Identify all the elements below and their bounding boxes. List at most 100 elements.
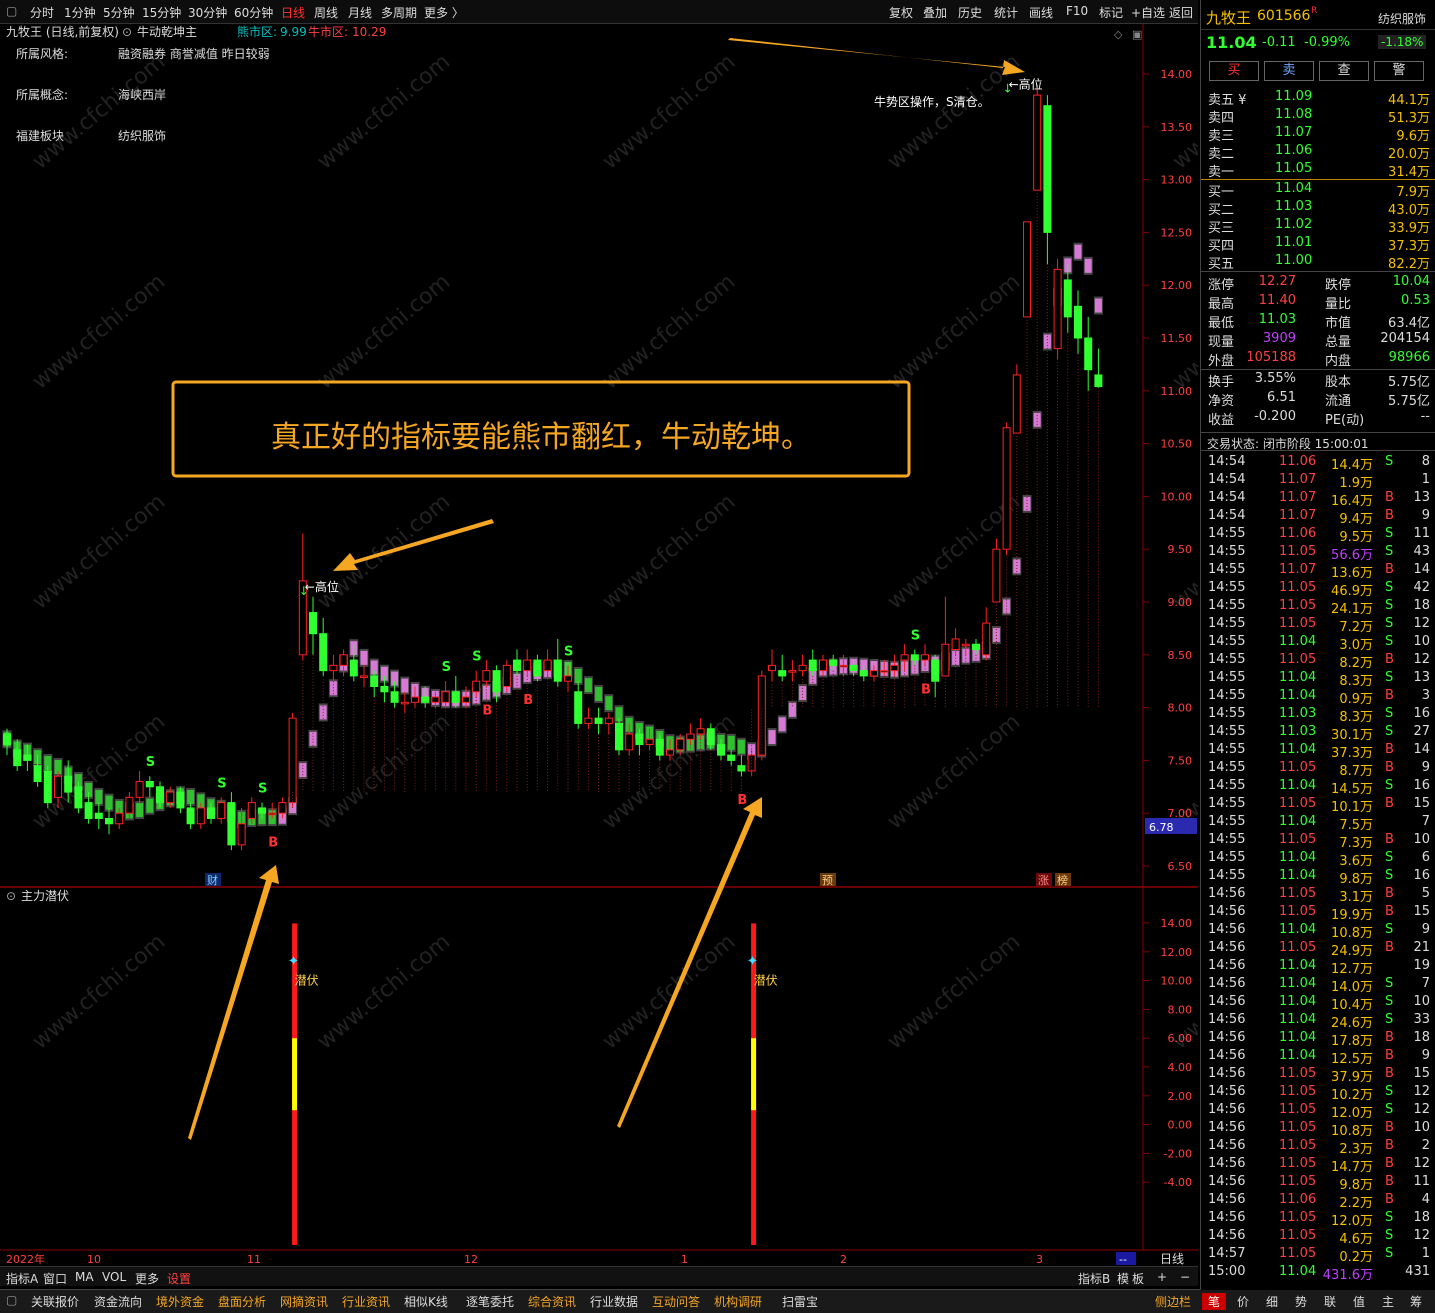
stat-value: 3.55% <box>1254 371 1296 386</box>
tick-row: 14:55 11.04 3.6万 S 6 <box>1201 849 1435 869</box>
tick-side: S <box>1385 778 1394 793</box>
tab-window[interactable]: 窗口 <box>43 1270 67 1287</box>
tab-similar-kline[interactable]: 相似K线 <box>404 1293 448 1310</box>
x-period[interactable]: 日线 <box>1160 1252 1184 1266</box>
y-tick-label: 11.00 <box>1161 385 1193 398</box>
panel-icon[interactable]: ▢ <box>6 1293 17 1307</box>
diamond-icon[interactable]: ◇ <box>1114 28 1123 41</box>
sub-y-tick-label: 2.00 <box>1168 1090 1193 1103</box>
indicator-bar: 指标A 窗口 MA VOL 更多 设置 指标B 模 板 + − <box>0 1266 1198 1286</box>
stat-row: 现量 3909 总量 204154 <box>1201 330 1435 350</box>
tab-tick-orders[interactable]: 逐笔委托 <box>466 1293 514 1310</box>
tab-xi[interactable]: 细 <box>1266 1293 1278 1310</box>
zoom-out-button[interactable]: − <box>1180 1270 1190 1284</box>
tab-indicator-a[interactable]: 指标A <box>6 1270 38 1287</box>
stat-row: 净资 6.51 流通 5.75亿 <box>1201 389 1435 409</box>
tab-foreign-capital[interactable]: 境外资金 <box>156 1293 204 1310</box>
tab-chou[interactable]: 筹 <box>1410 1293 1422 1310</box>
tab-institution-research[interactable]: 机构调研 <box>714 1293 762 1310</box>
candle-body <box>696 728 705 735</box>
tab-qa[interactable]: 互动问答 <box>652 1293 700 1310</box>
zoom-in-button[interactable]: + <box>1157 1270 1167 1284</box>
tab-lian[interactable]: 联 <box>1324 1293 1336 1310</box>
tick-time: 14:55 <box>1208 760 1246 775</box>
tab-capital-flow[interactable]: 资金流向 <box>94 1293 142 1310</box>
tick-count: 9 <box>1421 508 1430 523</box>
tick-time: 14:55 <box>1208 814 1246 829</box>
tab-shi[interactable]: 势 <box>1295 1293 1307 1310</box>
candle-body <box>349 659 358 677</box>
ask-row: 卖二 11.06 20.0万 <box>1201 142 1435 162</box>
candle-body <box>992 548 1001 603</box>
tick-price: 11.05 <box>1279 1174 1317 1189</box>
tick-count: 12 <box>1413 652 1430 667</box>
indicator-toggle-icon[interactable]: ⊙ <box>122 25 132 39</box>
stat-label: 跌停 <box>1325 278 1352 293</box>
tab-general-news[interactable]: 综合资讯 <box>528 1293 576 1310</box>
tab-market-analysis[interactable]: 盘面分析 <box>218 1293 266 1310</box>
sell-button[interactable]: 卖 <box>1264 61 1314 81</box>
tab-jia[interactable]: 价 <box>1237 1293 1249 1310</box>
tab-risk-scan[interactable]: 扫雷宝 <box>782 1293 818 1310</box>
tab-vol[interactable]: VOL <box>102 1270 126 1284</box>
sector-name[interactable]: 纺织服饰 <box>1378 10 1426 27</box>
tab-bi[interactable]: 笔 <box>1202 1293 1227 1310</box>
tab-zhu[interactable]: 主 <box>1382 1293 1394 1310</box>
tick-time: 14:56 <box>1208 976 1246 991</box>
tab-template-2[interactable]: 板 <box>1132 1270 1144 1287</box>
tick-price: 11.05 <box>1279 1138 1317 1153</box>
tab-web-news[interactable]: 网摘资讯 <box>280 1293 328 1310</box>
tick-row: 14:55 11.04 3.0万 S 10 <box>1201 633 1435 653</box>
event-zhang[interactable]: 涨 <box>1038 874 1049 887</box>
event-bang[interactable]: 榜 <box>1057 873 1068 887</box>
tab-ma[interactable]: MA <box>75 1270 94 1284</box>
tick-price: 11.04 <box>1279 1048 1317 1063</box>
tick-count: 43 <box>1413 544 1430 559</box>
tick-time: 14:56 <box>1208 1048 1246 1063</box>
alert-button[interactable]: 警 <box>1374 61 1424 81</box>
x-dash: -- <box>1119 1253 1127 1266</box>
candle-body <box>339 654 348 666</box>
candle-body <box>176 791 185 809</box>
tick-side: B <box>1385 796 1394 811</box>
tick-side: S <box>1385 1228 1394 1243</box>
tab-more-indicators[interactable]: 更多 <box>135 1270 159 1287</box>
sub-y-tick-label: 0.00 <box>1168 1119 1193 1132</box>
candle-body <box>849 664 858 672</box>
bull-value: 10.29 <box>352 25 386 39</box>
tick-row: 14:55 11.03 8.3万 S 16 <box>1201 705 1435 725</box>
tab-settings[interactable]: 设置 <box>167 1270 191 1287</box>
event-cai[interactable]: 财 <box>207 873 218 887</box>
tick-count: 11 <box>1413 526 1430 541</box>
tab-related-quote[interactable]: 关联报价 <box>31 1293 79 1310</box>
tab-sidebar[interactable]: 侧边栏 <box>1155 1293 1191 1310</box>
ask-row: 卖五 ¥11.09 44.1万 <box>1201 88 1435 108</box>
stat-value: -- <box>1420 409 1430 424</box>
tab-template-1[interactable]: 模 <box>1117 1270 1129 1287</box>
tick-price: 11.05 <box>1279 1246 1317 1261</box>
bid-row: 买二 11.03 43.0万 <box>1201 198 1435 218</box>
event-yu[interactable]: 预 <box>822 874 833 887</box>
query-button[interactable]: 查 <box>1319 61 1369 81</box>
tick-time: 14:55 <box>1208 652 1246 667</box>
tick-count: 16 <box>1413 706 1430 721</box>
info-concept-label: 所属概念: <box>16 87 68 102</box>
info-style-label: 所属风格: <box>16 46 68 61</box>
tab-indicator-b[interactable]: 指标B <box>1078 1270 1110 1287</box>
stat-label: PE(动) <box>1325 413 1365 428</box>
tab-zhi[interactable]: 值 <box>1353 1293 1365 1310</box>
tick-row: 14:56 11.05 9.8万 B 11 <box>1201 1173 1435 1193</box>
tick-side: S <box>1385 976 1394 991</box>
tick-count: 7 <box>1421 814 1430 829</box>
sub-panel-toggle-icon[interactable]: ⊙ <box>6 889 16 903</box>
ask-row: 卖四 11.08 51.3万 <box>1201 106 1435 126</box>
tab-industry-news[interactable]: 行业资讯 <box>342 1293 390 1310</box>
y-tick-label: 13.50 <box>1161 121 1193 134</box>
tick-count: 16 <box>1413 868 1430 883</box>
ask-price: 11.09 <box>1275 89 1313 104</box>
buy-button[interactable]: 买 <box>1209 61 1259 81</box>
expand-icon[interactable]: ▣ <box>1132 28 1142 41</box>
tab-industry-data[interactable]: 行业数据 <box>590 1293 638 1310</box>
watermark-text: www.cfchi.com <box>598 269 740 394</box>
kline-chart[interactable]: www.cfchi.com www.cfchi.com www.cfchi.com w… <box>0 0 1198 1266</box>
